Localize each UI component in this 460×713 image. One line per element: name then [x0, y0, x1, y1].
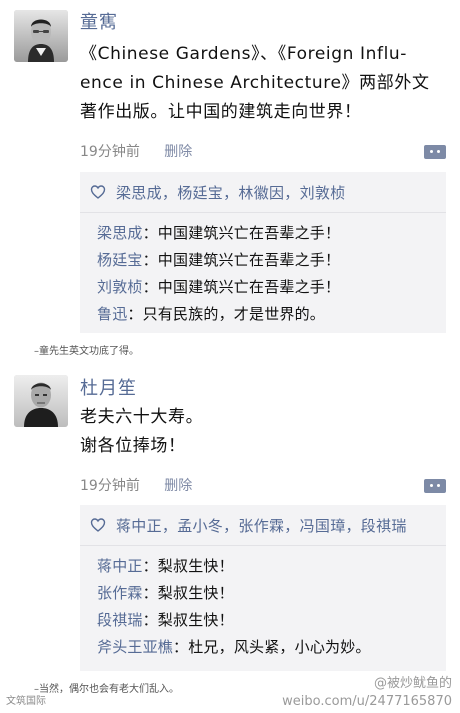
- avatar[interactable]: [14, 375, 68, 427]
- comment-author[interactable]: 梁思成: [97, 224, 143, 242]
- screenshot-page: 童寯 《Chinese Gardens》、《Foreign Influ- enc…: [0, 0, 460, 713]
- post-content-line: ence in Chinese Architecture》两部外文: [80, 73, 430, 93]
- comment-author[interactable]: 段祺瑞: [97, 611, 143, 629]
- post-content-line: 著作出版。让中国的建筑走向世界！: [80, 102, 362, 122]
- comment-author[interactable]: 斧头王亚樵: [97, 638, 173, 656]
- avatar-photo-icon: [14, 10, 68, 62]
- comment-text: ：只有民族的，才是世界的。: [127, 305, 326, 323]
- image-caption: –童先生英文功底了得。: [34, 346, 139, 357]
- comment-menu-icon[interactable]: [424, 145, 446, 159]
- reaction-box: 梁思成，杨廷宝，林徽因，刘敦桢 梁思成：中国建筑兴亡在吾辈之手！ 杨廷宝：中国建…: [80, 172, 446, 333]
- post-author-name[interactable]: 童寯: [80, 11, 118, 35]
- post-content-line: 谢各位捧场！: [80, 436, 186, 456]
- comment-list: 蒋中正：梨叔生快！ 张作霖：梨叔生快！ 段祺瑞：梨叔生快！ 斧头王亚樵：杜兄，风…: [80, 546, 446, 661]
- comment-text: ：梨叔生快！: [142, 557, 234, 575]
- post-content-line: 老夫六十大寿。: [80, 407, 204, 427]
- likes-row: 梁思成，杨廷宝，林徽因，刘敦桢: [80, 172, 446, 213]
- heart-icon: [90, 185, 106, 199]
- comment-text: ：中国建筑兴亡在吾辈之手！: [142, 224, 341, 242]
- likes-names[interactable]: 梁思成，杨廷宝，林徽因，刘敦桢: [116, 182, 346, 203]
- comment-item[interactable]: 梁思成：中国建筑兴亡在吾辈之手！: [97, 220, 446, 247]
- reaction-box: 蒋中正，孟小冬，张作霖，冯国璋，段祺瑞 蒋中正：梨叔生快！ 张作霖：梨叔生快！ …: [80, 505, 446, 671]
- delete-button[interactable]: 删除: [164, 142, 192, 162]
- post-author-name[interactable]: 杜月笙: [80, 377, 137, 401]
- delete-button[interactable]: 删除: [164, 476, 192, 496]
- comment-text: ：中国建筑兴亡在吾辈之手！: [142, 278, 341, 296]
- comment-item[interactable]: 蒋中正：梨叔生快！: [97, 553, 446, 580]
- comment-author[interactable]: 刘敦桢: [97, 278, 143, 296]
- comment-item[interactable]: 斧头王亚樵：杜兄，风头紧，小心为妙。: [97, 634, 446, 661]
- likes-names[interactable]: 蒋中正，孟小冬，张作霖，冯国璋，段祺瑞: [116, 515, 407, 536]
- comment-text: ：杜兄，风头紧，小心为妙。: [173, 638, 371, 656]
- comment-author[interactable]: 张作霖: [97, 584, 143, 602]
- post-content: 《Chinese Gardens》、《Foreign Influ- ence i…: [80, 40, 436, 127]
- comment-item[interactable]: 段祺瑞：梨叔生快！: [97, 607, 446, 634]
- comment-item[interactable]: 张作霖：梨叔生快！: [97, 580, 446, 607]
- comment-menu-icon[interactable]: [424, 479, 446, 493]
- watermark-url: weibo.com/u/2477165870: [282, 694, 452, 709]
- likes-row: 蒋中正，孟小冬，张作霖，冯国璋，段祺瑞: [80, 505, 446, 546]
- comment-item[interactable]: 鲁迅：只有民族的，才是世界的。: [97, 301, 446, 328]
- comment-text: ：梨叔生快！: [142, 611, 234, 629]
- comment-text: ：梨叔生快！: [142, 584, 234, 602]
- watermark-handle: @被炒鱿鱼的: [373, 676, 452, 691]
- post-content-line: 《Chinese Gardens》、《Foreign Influ-: [80, 44, 408, 64]
- post-content: 老夫六十大寿。 谢各位捧场！: [80, 403, 436, 461]
- comment-item[interactable]: 刘敦桢：中国建筑兴亡在吾辈之手！: [97, 274, 446, 301]
- avatar-photo-icon: [14, 375, 68, 427]
- image-caption: –当然，偶尔也会有老大们乱入。: [34, 684, 179, 695]
- footer-logo: 文筑国际: [6, 696, 46, 707]
- post-meta: 19分钟前 删除: [80, 142, 192, 162]
- comment-author[interactable]: 蒋中正: [97, 557, 143, 575]
- comment-item[interactable]: 杨廷宝：中国建筑兴亡在吾辈之手！: [97, 247, 446, 274]
- comment-author[interactable]: 鲁迅: [97, 305, 127, 323]
- comment-text: ：中国建筑兴亡在吾辈之手！: [142, 251, 341, 269]
- avatar[interactable]: [14, 10, 68, 62]
- post-timestamp: 19分钟前: [80, 144, 140, 160]
- post-timestamp: 19分钟前: [80, 478, 140, 494]
- heart-icon: [90, 518, 106, 532]
- post-meta: 19分钟前 删除: [80, 476, 192, 496]
- comment-list: 梁思成：中国建筑兴亡在吾辈之手！ 杨廷宝：中国建筑兴亡在吾辈之手！ 刘敦桢：中国…: [80, 213, 446, 328]
- comment-author[interactable]: 杨廷宝: [97, 251, 143, 269]
